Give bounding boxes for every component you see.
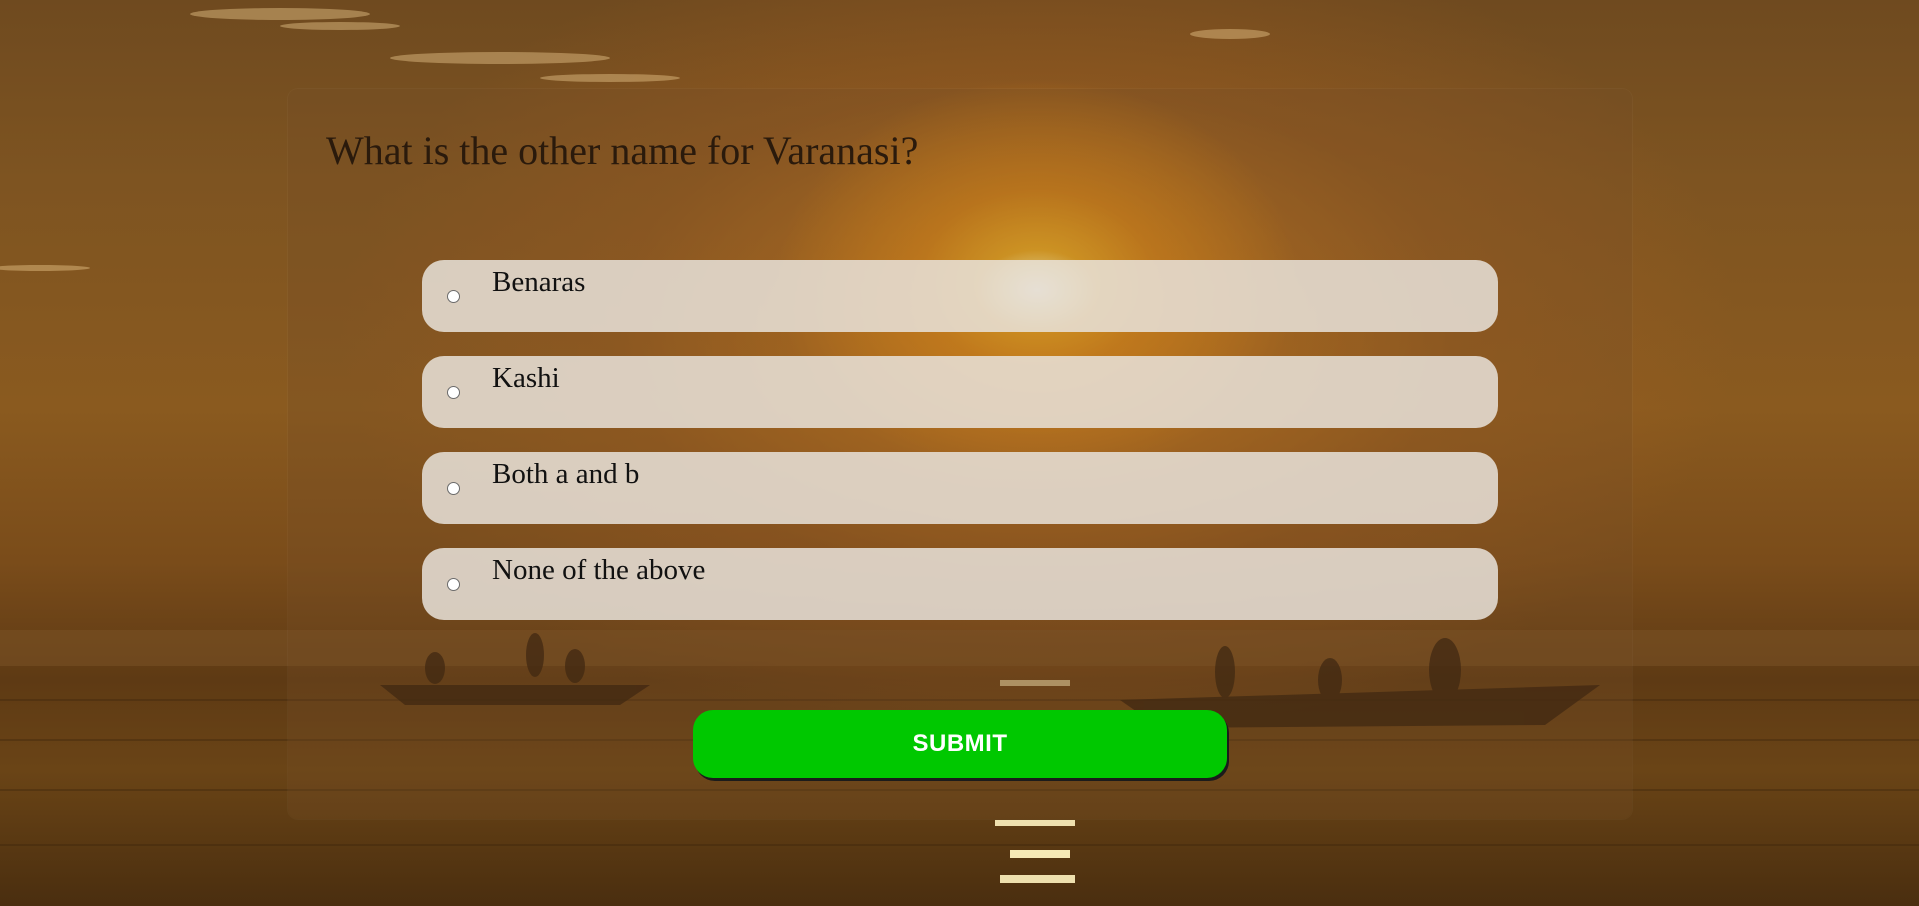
- radio-button-both[interactable]: [447, 482, 460, 495]
- answer-option-both[interactable]: Both a and b: [422, 452, 1498, 524]
- question-text: What is the other name for Varanasi?: [326, 128, 919, 173]
- submit-button[interactable]: SUBMIT: [693, 710, 1227, 778]
- answer-option-kashi[interactable]: Kashi: [422, 356, 1498, 428]
- radio-button-none[interactable]: [447, 578, 460, 591]
- answer-label-both: Both a and b: [492, 458, 640, 490]
- answer-option-benaras[interactable]: Benaras: [422, 260, 1498, 332]
- answer-label-none: None of the above: [492, 554, 706, 586]
- radio-button-kashi[interactable]: [447, 386, 460, 399]
- answer-label-kashi: Kashi: [492, 362, 560, 394]
- quiz-card: What is the other name for Varanasi? Ben…: [288, 89, 1632, 819]
- answer-option-none[interactable]: None of the above: [422, 548, 1498, 620]
- radio-button-benaras[interactable]: [447, 290, 460, 303]
- answer-label-benaras: Benaras: [492, 266, 586, 298]
